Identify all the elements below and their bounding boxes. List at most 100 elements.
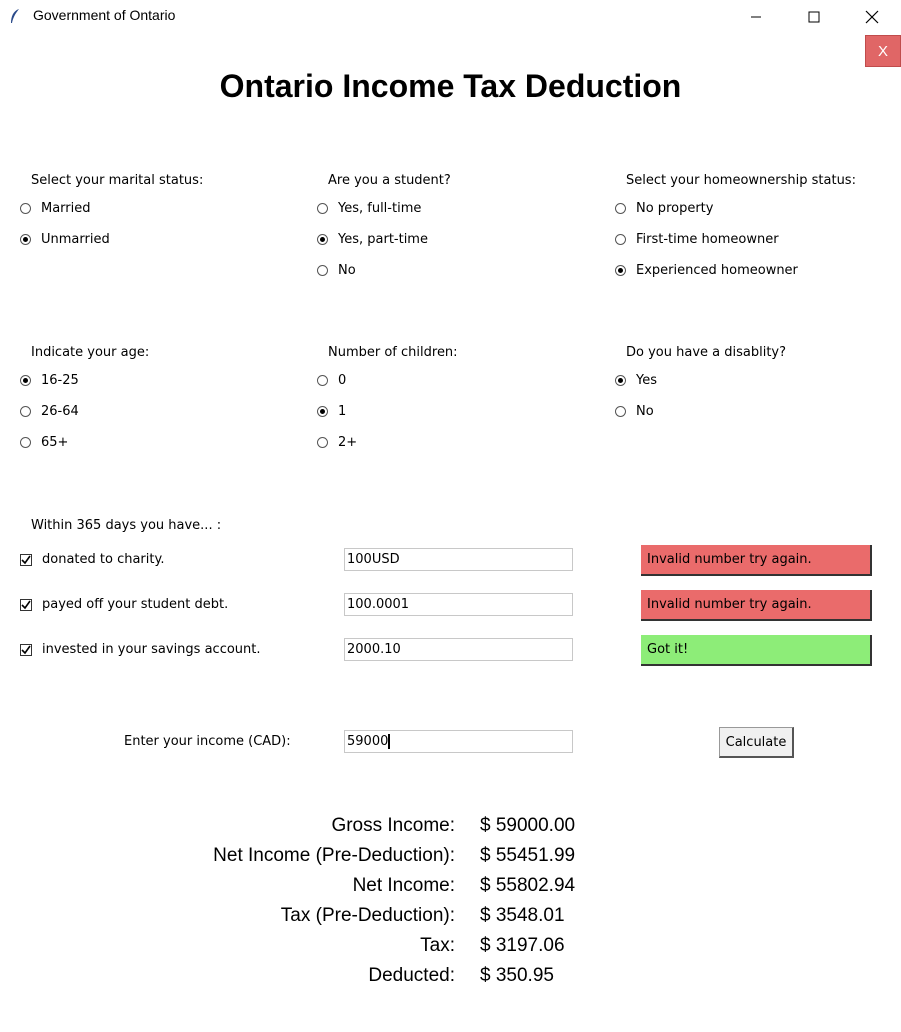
radio-button[interactable] (20, 234, 31, 245)
checkbox[interactable] (20, 643, 32, 656)
age-option-1[interactable]: 26-64 (20, 404, 79, 419)
radio-dot (23, 378, 28, 383)
result-value: $ 55802.94 (480, 875, 576, 896)
student-option-2[interactable]: No (317, 263, 356, 278)
result-label: Gross Income: (331, 815, 455, 836)
radio-button[interactable] (317, 437, 328, 448)
checkbox[interactable] (20, 598, 32, 611)
radio-button[interactable] (615, 203, 626, 214)
children-option-1[interactable]: 1 (317, 404, 346, 419)
window-close-button[interactable] (849, 0, 895, 33)
within-amount-input-0[interactable]: 100USD (344, 548, 573, 571)
home-option-label: Experienced homeowner (636, 263, 798, 278)
radio-button[interactable] (615, 375, 626, 386)
children-option-label: 1 (338, 404, 347, 419)
radio-dot (320, 409, 325, 414)
app-close-button[interactable]: X (865, 35, 901, 67)
window-title: Government of Ontario (33, 7, 176, 23)
marital-option-0[interactable]: Married (20, 201, 91, 216)
checkmark-icon (21, 555, 31, 564)
radio-button[interactable] (317, 375, 328, 386)
result-label: Tax: (420, 935, 455, 956)
children-option-0[interactable]: 0 (317, 373, 346, 388)
minimize-button[interactable] (733, 0, 779, 33)
radio-button[interactable] (615, 265, 626, 276)
home-option-2[interactable]: Experienced homeowner (615, 263, 798, 278)
income-label: Enter your income (CAD): (124, 734, 291, 749)
radio-button[interactable] (20, 375, 31, 386)
children-label: Number of children: (328, 345, 458, 360)
radio-button[interactable] (615, 234, 626, 245)
radio-dot (23, 237, 28, 242)
radio-dot (320, 237, 325, 242)
radio-button[interactable] (615, 406, 626, 417)
age-option-2[interactable]: 65+ (20, 435, 68, 450)
radio-dot (618, 378, 623, 383)
age-option-label: 26-64 (41, 404, 79, 419)
validation-status: Invalid number try again. (641, 590, 872, 621)
radio-button[interactable] (317, 406, 328, 417)
student-option-label: No (338, 263, 356, 278)
radio-button[interactable] (317, 203, 328, 214)
age-option-label: 65+ (41, 435, 69, 450)
children-option-label: 2+ (338, 435, 358, 450)
student-option-0[interactable]: Yes, full-time (317, 201, 421, 216)
radio-button[interactable] (20, 437, 31, 448)
result-value: $ 55451.99 (480, 845, 576, 866)
student-label: Are you a student? (328, 173, 451, 188)
result-value: $ 59000.00 (480, 815, 576, 836)
result-value: $ 3548.01 (480, 905, 565, 926)
within-checkbox-row-2[interactable]: invested in your savings account. (20, 642, 261, 657)
radio-dot (618, 268, 623, 273)
result-label: Tax (Pre-Deduction): (280, 905, 455, 926)
home-option-1[interactable]: First-time homeowner (615, 232, 779, 247)
calculate-button[interactable]: Calculate (719, 727, 794, 758)
age-option-0[interactable]: 16-25 (20, 373, 79, 388)
validation-status: Got it! (641, 635, 872, 666)
result-value: $ 350.95 (480, 965, 554, 986)
radio-button[interactable] (317, 265, 328, 276)
radio-button[interactable] (317, 234, 328, 245)
student-option-1[interactable]: Yes, part-time (317, 232, 428, 247)
age-option-label: 16-25 (41, 373, 79, 388)
within-amount-value: 2000.10 (347, 642, 401, 657)
income-input[interactable]: 59000 (344, 730, 573, 753)
disability-option-1[interactable]: No (615, 404, 654, 419)
checkbox[interactable] (20, 553, 32, 566)
marital-option-label: Unmarried (41, 232, 110, 247)
within-amount-input-1[interactable]: 100.0001 (344, 593, 573, 616)
home-option-label: First-time homeowner (636, 232, 779, 247)
minimize-icon (751, 16, 761, 17)
window-titlebar: Government of Ontario (0, 0, 901, 33)
within-amount-input-2[interactable]: 2000.10 (344, 638, 573, 661)
result-label: Deducted: (368, 965, 455, 986)
text-cursor (388, 734, 391, 749)
children-option-2[interactable]: 2+ (317, 435, 357, 450)
checkmark-icon (21, 600, 31, 609)
age-label: Indicate your age: (31, 345, 150, 360)
within-checkbox-row-0[interactable]: donated to charity. (20, 552, 164, 567)
within-amount-value: 100USD (347, 552, 400, 567)
homeownership-label: Select your homeownership status: (626, 173, 856, 188)
student-option-label: Yes, part-time (338, 232, 428, 247)
disability-option-label: No (636, 404, 654, 419)
validation-status: Invalid number try again. (641, 545, 872, 576)
result-label: Net Income: (352, 875, 455, 896)
radio-button[interactable] (20, 406, 31, 417)
within-checkbox-row-1[interactable]: payed off your student debt. (20, 597, 228, 612)
disability-option-0[interactable]: Yes (615, 373, 657, 388)
radio-button[interactable] (20, 203, 31, 214)
marital-option-1[interactable]: Unmarried (20, 232, 110, 247)
maximize-button[interactable] (791, 0, 837, 33)
page-title: Ontario Income Tax Deduction (219, 68, 682, 104)
children-option-label: 0 (338, 373, 347, 388)
home-option-0[interactable]: No property (615, 201, 713, 216)
checkmark-icon (21, 645, 31, 654)
home-option-label: No property (636, 201, 714, 216)
marital-status-label: Select your marital status: (31, 173, 204, 188)
feather-icon (11, 9, 19, 23)
result-label: Net Income (Pre-Deduction): (213, 845, 455, 866)
within-365-label: Within 365 days you have... : (31, 518, 222, 533)
within-item-label: payed off your student debt. (42, 597, 229, 612)
disability-label: Do you have a disablity? (626, 345, 787, 360)
